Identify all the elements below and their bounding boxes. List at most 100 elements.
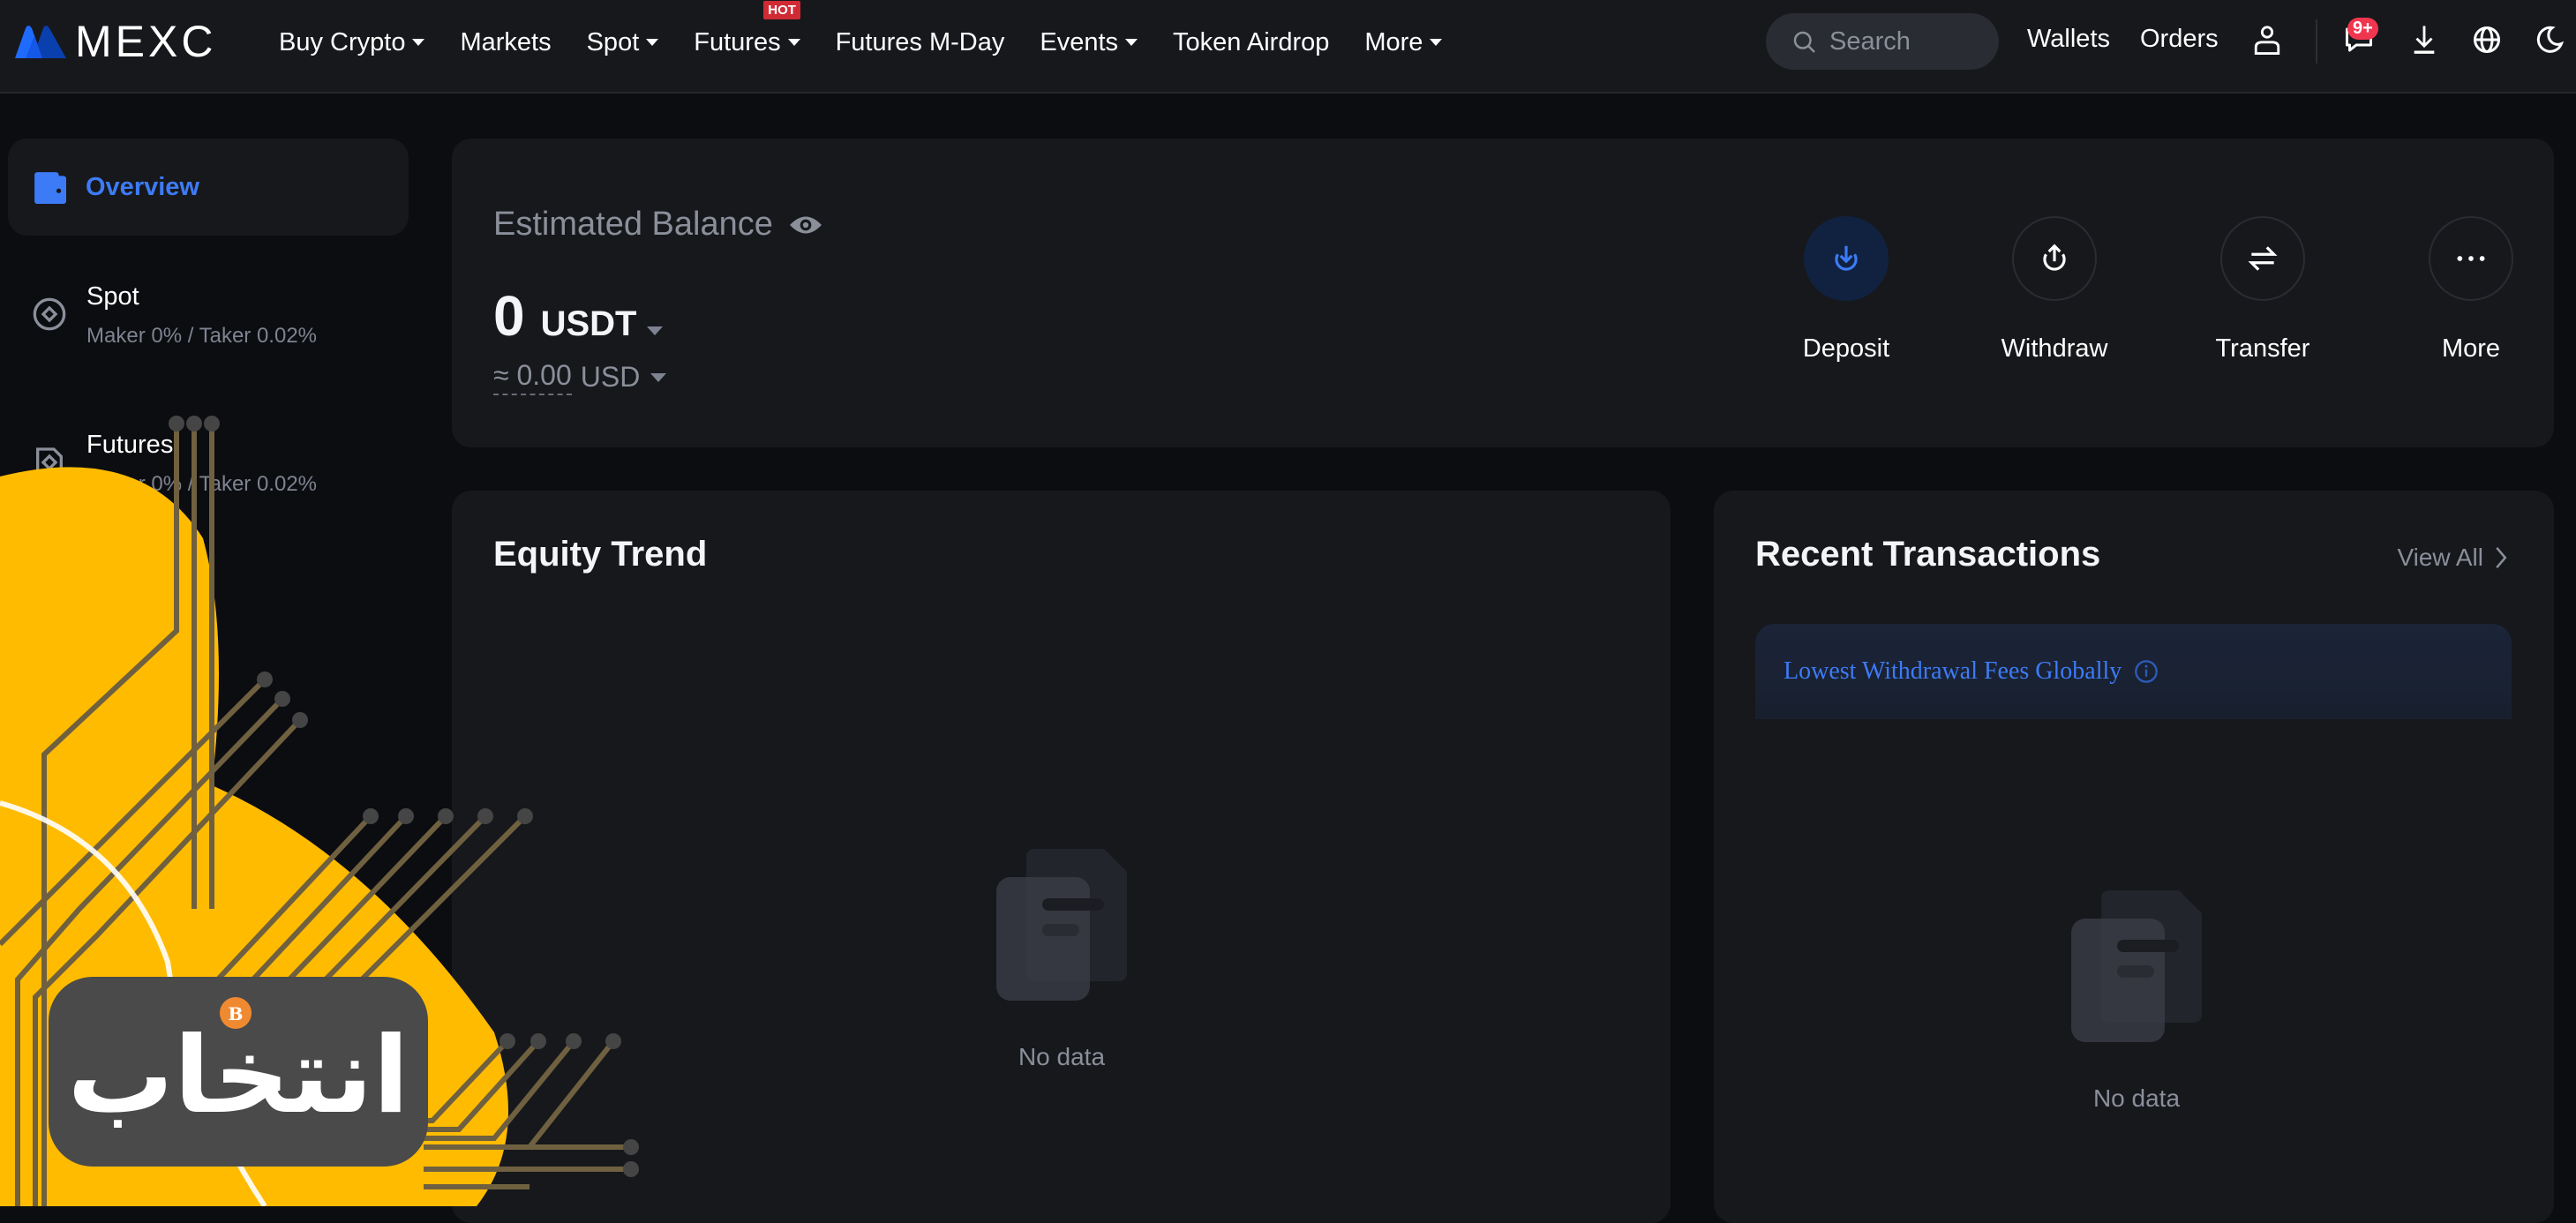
- watermark-text: انتخاب: [67, 1015, 409, 1137]
- recent-transactions-card: Recent Transactions View All Lowest With…: [1714, 491, 2554, 1223]
- main-nav: Buy Crypto Markets Spot HOT Futures Futur…: [279, 0, 1477, 85]
- action-label: Deposit: [1802, 334, 1890, 363]
- fee-rate: Maker 0% / Taker 0.02%: [86, 472, 318, 496]
- sidebar-item-label: …ry: [203, 806, 251, 834]
- more-circle: [2429, 216, 2513, 301]
- sidebar-item-label: Futures: [86, 431, 174, 459]
- sidebar-item-label: Spot: [86, 282, 139, 311]
- download-icon[interactable]: [2406, 21, 2443, 58]
- approx-value: ≈ 0.00: [493, 359, 572, 395]
- caret-down-icon: [412, 39, 425, 46]
- wallets-link[interactable]: Wallets: [2027, 25, 2110, 54]
- balance-currency-select[interactable]: USDT: [541, 304, 664, 344]
- caret-down-icon: [650, 372, 667, 382]
- deposit-icon: [1835, 245, 1858, 271]
- no-data-label: No data: [2092, 1084, 2181, 1112]
- equity-trend-title: Equity Trend: [493, 535, 708, 574]
- orders-link[interactable]: Orders: [2140, 25, 2219, 54]
- brand-name: MEXC: [75, 17, 217, 66]
- approx-currency: USD: [580, 361, 641, 393]
- sidebar-item-label: Overview: [86, 172, 199, 201]
- search-box[interactable]: [1766, 13, 1999, 70]
- more-icon: [2457, 256, 2485, 261]
- recent-transactions-title: Recent Transactions: [1755, 535, 2101, 574]
- caret-down-icon: [646, 39, 659, 46]
- sidebar-item-spot[interactable]: Spot Maker 0% / Taker 0.02%: [32, 282, 317, 349]
- futures-icon: [36, 447, 63, 477]
- sidebar-item-overview[interactable]: Overview: [8, 139, 409, 236]
- balance-title-text: Estimated Balance: [493, 206, 773, 243]
- view-all-link[interactable]: View All: [2397, 544, 2508, 572]
- nav-futures-m-day[interactable]: Futures M-Day: [836, 28, 1005, 57]
- transfer-circle: [2220, 216, 2305, 301]
- action-label: Withdraw: [2001, 334, 2108, 363]
- mexc-logo-icon: [15, 26, 66, 58]
- nav-buy-crypto[interactable]: Buy Crypto: [279, 27, 425, 57]
- equity-trend-card: Equity Trend No data: [452, 491, 1671, 1223]
- promo-banner[interactable]: Lowest Withdrawal Fees Globally: [1755, 624, 2512, 719]
- transactions-empty-state: No data: [2071, 890, 2202, 1113]
- transfer-icon: [2248, 246, 2278, 271]
- caret-down-icon: [787, 39, 800, 46]
- nav-label: Markets: [460, 27, 552, 56]
- withdraw-circle: [2012, 216, 2097, 301]
- nav-spot[interactable]: Spot: [587, 28, 659, 57]
- caret-down-icon: [1430, 39, 1443, 46]
- nav-label: Spot: [586, 27, 640, 56]
- eye-icon[interactable]: [789, 214, 822, 236]
- info-icon[interactable]: [2134, 659, 2159, 684]
- equity-empty-state: No data: [996, 849, 1127, 1071]
- mexc-logo[interactable]: MEXC: [13, 17, 217, 66]
- user-icon[interactable]: [2249, 21, 2286, 58]
- globe-icon[interactable]: [2468, 21, 2505, 58]
- nav-label: More: [1364, 27, 1423, 56]
- deposit-button[interactable]: Deposit: [1742, 216, 1950, 364]
- nav-label: Events: [1040, 27, 1119, 56]
- nav-markets[interactable]: Markets: [460, 28, 551, 57]
- coin-letter: B: [229, 1003, 244, 1024]
- search-input[interactable]: [1829, 26, 1988, 56]
- nav-more[interactable]: More: [1364, 27, 1443, 57]
- moon-icon[interactable]: [2531, 21, 2568, 58]
- transfer-button[interactable]: Transfer: [2159, 216, 2367, 364]
- caret-down-icon: [1125, 39, 1138, 46]
- nav-label: Buy Crypto: [279, 27, 406, 56]
- notification-badge: 9+: [2347, 18, 2378, 40]
- deposit-circle: [1804, 216, 1889, 301]
- wallet-icon: [34, 172, 66, 204]
- caret-down-icon: [647, 326, 664, 335]
- balance-usd[interactable]: ≈ 0.00 USD: [493, 359, 667, 395]
- nav-events[interactable]: Events: [1040, 28, 1138, 57]
- balance-value: 0: [493, 284, 525, 348]
- fee-rate: Maker 0% / Taker 0.02%: [86, 324, 318, 348]
- approx-number: 0.00: [516, 359, 572, 391]
- search-icon: [1793, 31, 1815, 53]
- approx-symbol: ≈: [493, 359, 509, 391]
- balance-amount: 0 USDT: [493, 283, 664, 349]
- header-divider: [2316, 19, 2317, 64]
- no-data-icon: [996, 849, 1127, 1001]
- withdraw-button[interactable]: Withdraw: [1950, 216, 2159, 364]
- balance-title: Estimated Balance: [493, 206, 822, 244]
- no-data-icon: [2071, 890, 2202, 1042]
- action-label: More: [2441, 334, 2501, 363]
- balance-actions: Deposit Withdraw Transfer More: [1742, 216, 2575, 364]
- no-data-label: No data: [1018, 1043, 1106, 1070]
- spot-icon: [33, 297, 66, 331]
- view-all-label: View All: [2397, 544, 2483, 571]
- top-navbar: MEXC Buy Crypto Markets Spot HOT Futures …: [0, 0, 2576, 94]
- withdraw-icon: [2043, 244, 2066, 271]
- nav-label: Futures M-Day: [835, 27, 1005, 56]
- action-label: Transfer: [2215, 334, 2310, 363]
- hot-badge: HOT: [763, 0, 800, 19]
- nav-token-airdrop[interactable]: Token Airdrop: [1173, 28, 1329, 57]
- sidebar-item-partial[interactable]: …ry: [203, 806, 250, 835]
- more-button[interactable]: More: [2367, 216, 2575, 364]
- currency-label: USDT: [540, 304, 637, 343]
- nav-label: Token Airdrop: [1173, 27, 1330, 56]
- sidebar-item-futures[interactable]: Futures Maker 0% / Taker 0.02%: [32, 431, 317, 497]
- chevron-right-icon: [2496, 546, 2507, 569]
- nav-futures[interactable]: HOT Futures: [694, 0, 800, 57]
- promo-text: Lowest Withdrawal Fees Globally: [1784, 657, 2122, 685]
- nav-label: Futures: [694, 27, 781, 56]
